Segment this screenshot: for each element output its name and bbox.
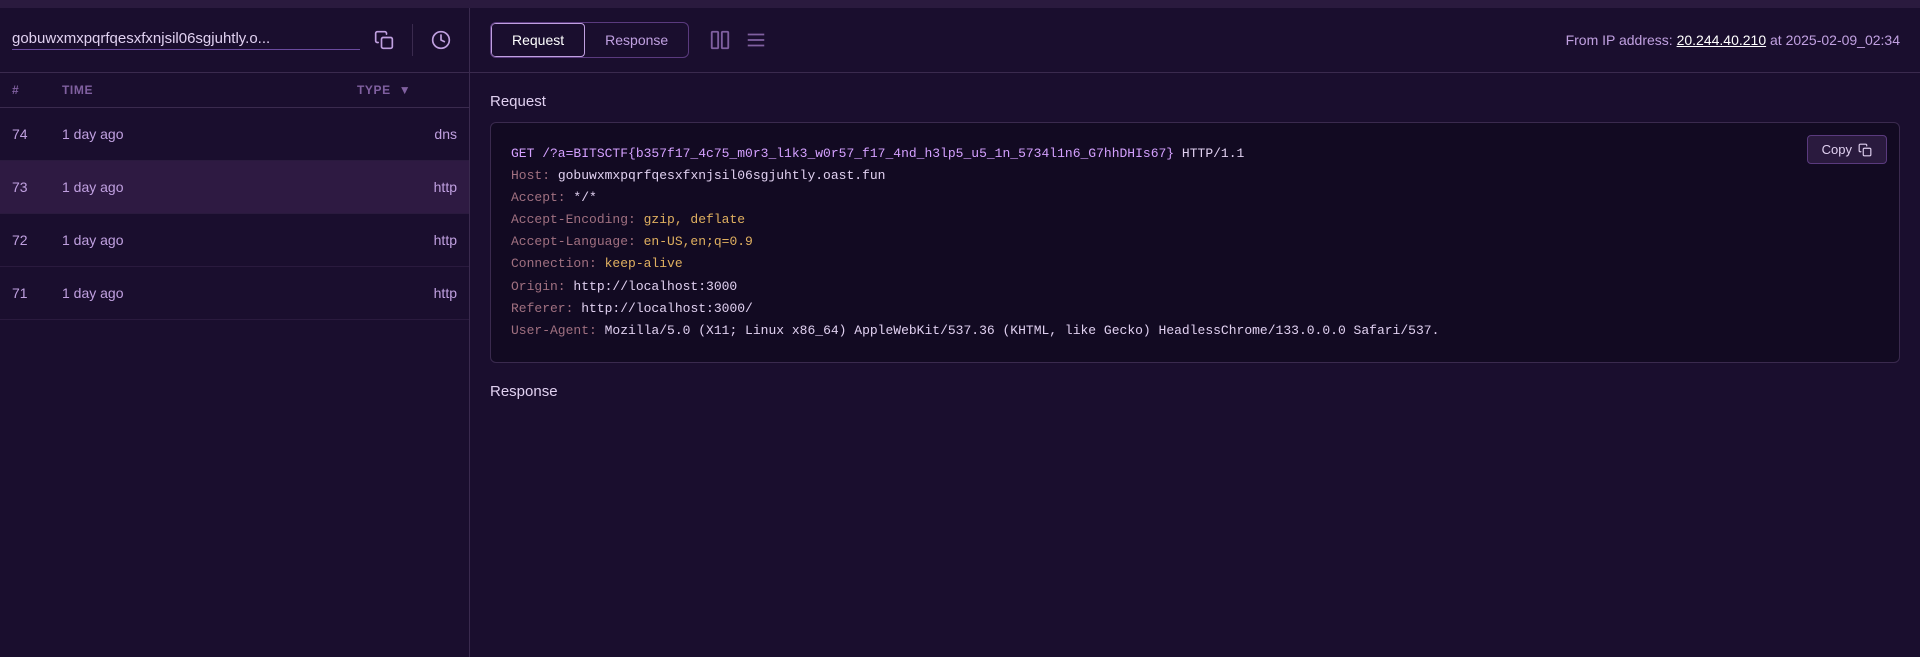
row-time: 1 day ago — [62, 179, 357, 195]
col-time-header: TIME — [62, 83, 357, 97]
ip-address[interactable]: 20.244.40.210 — [1677, 32, 1767, 48]
col-num-header: # — [12, 83, 62, 97]
row-time: 1 day ago — [62, 126, 357, 142]
copy-button[interactable]: Copy — [1807, 135, 1887, 164]
domain-text: gobuwxmxpqrfqesxfxnjsil06sgjuhtly.o... — [12, 30, 360, 50]
row-num: 74 — [12, 126, 62, 142]
copy-domain-button[interactable] — [368, 26, 400, 54]
col-type-header: TYPE ▼ — [357, 83, 457, 97]
ip-prefix: From IP address: — [1566, 32, 1673, 48]
lines-view-button[interactable] — [741, 27, 771, 53]
right-panel: Request Response — [470, 8, 1920, 657]
vertical-divider — [412, 24, 413, 56]
row-type: http — [357, 232, 457, 248]
filter-icon[interactable]: ▼ — [399, 83, 411, 97]
row-type: http — [357, 179, 457, 195]
row-num: 71 — [12, 285, 62, 301]
row-num: 72 — [12, 232, 62, 248]
ip-timestamp: at 2025-02-09_02:34 — [1770, 32, 1900, 48]
view-icons — [705, 27, 771, 53]
left-panel: gobuwxmxpqrfqesxfxnjsil06sgjuhtly.o... #… — [0, 8, 470, 657]
table-row[interactable]: 71 1 day ago http — [0, 267, 469, 320]
table-row[interactable]: 73 1 day ago http — [0, 161, 469, 214]
table-header: # TIME TYPE ▼ — [0, 73, 469, 108]
right-header: Request Response — [470, 8, 1920, 73]
response-section-label: Response — [490, 383, 1900, 400]
right-content: Request Copy GET /?a=BITSCTF{b357f17_4c7… — [470, 73, 1920, 657]
history-button[interactable] — [425, 26, 457, 54]
ip-info: From IP address: 20.244.40.210 at 2025-0… — [1566, 32, 1900, 48]
row-time: 1 day ago — [62, 285, 357, 301]
table-row[interactable]: 72 1 day ago http — [0, 214, 469, 267]
row-type: dns — [357, 126, 457, 142]
row-type: http — [357, 285, 457, 301]
table-body: 74 1 day ago dns 73 1 day ago http 72 1 … — [0, 108, 469, 657]
code-method: GET /?a=BITSCTF{b357f17_4c75_m0r3_l1k3_w… — [511, 146, 1174, 161]
row-time: 1 day ago — [62, 232, 357, 248]
code-block-request: Copy GET /?a=BITSCTF{b357f17_4c75_m0r3_l… — [490, 122, 1900, 363]
code-content: GET /?a=BITSCTF{b357f17_4c75_m0r3_l1k3_w… — [511, 143, 1879, 342]
tab-response[interactable]: Response — [585, 23, 688, 57]
left-header: gobuwxmxpqrfqesxfxnjsil06sgjuhtly.o... — [0, 8, 469, 73]
columns-view-button[interactable] — [705, 27, 735, 53]
table-row[interactable]: 74 1 day ago dns — [0, 108, 469, 161]
row-num: 73 — [12, 179, 62, 195]
request-section-label: Request — [490, 93, 1900, 110]
tab-group: Request Response — [490, 22, 689, 58]
tab-request[interactable]: Request — [491, 23, 585, 57]
